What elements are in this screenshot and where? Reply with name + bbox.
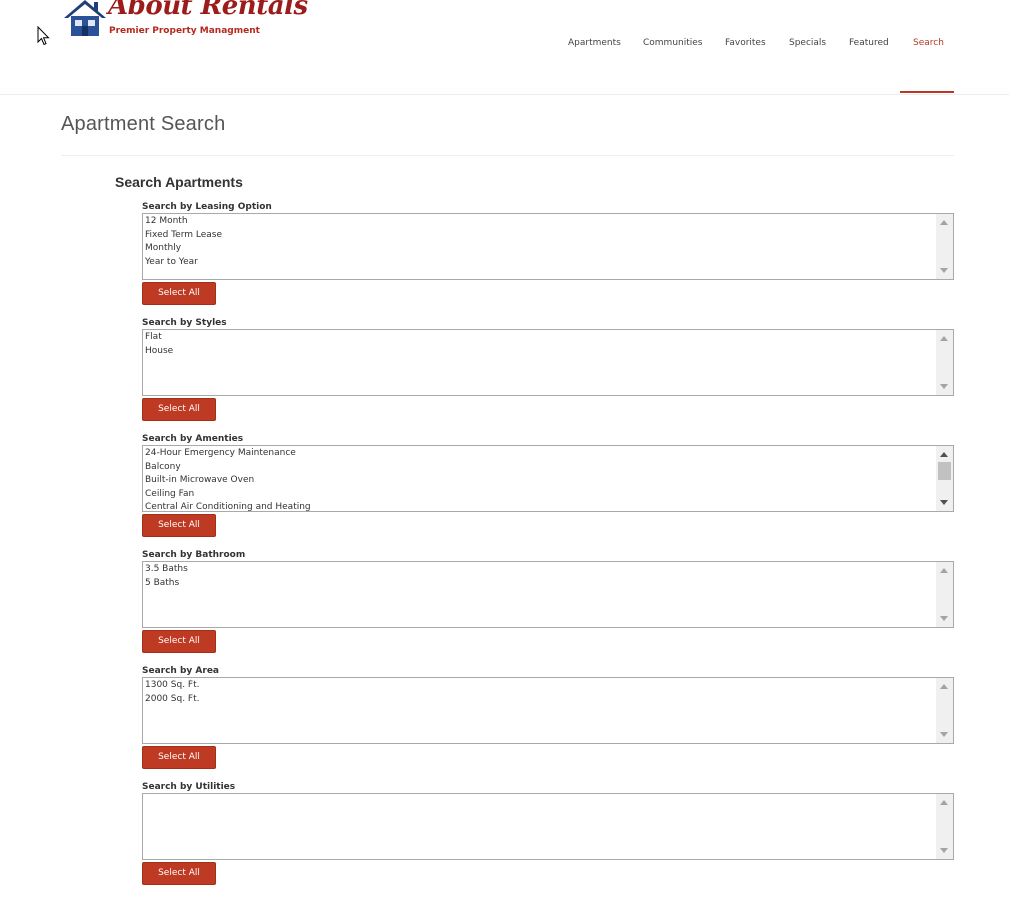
active-nav-indicator xyxy=(900,91,954,93)
nav-item-featured[interactable]: Featured xyxy=(849,38,889,48)
filter-group-amenities: Search by Amenties 24-Hour Emergency Mai… xyxy=(142,434,954,537)
select-all-button[interactable]: Select All xyxy=(142,514,216,537)
nav-item-search[interactable]: Search xyxy=(913,38,944,48)
filter-label: Search by Styles xyxy=(142,318,227,328)
filter-label: Search by Bathroom xyxy=(142,550,246,560)
listbox-scrollbar[interactable] xyxy=(936,678,953,743)
nav-item-communities[interactable]: Communities xyxy=(643,38,703,48)
nav-item-favorites[interactable]: Favorites xyxy=(725,38,766,48)
listbox-scrollbar[interactable] xyxy=(936,214,953,279)
utilities-listbox[interactable] xyxy=(142,793,954,860)
list-option[interactable]: 1300 Sq. Ft. xyxy=(145,679,935,693)
scroll-up-arrow-icon[interactable] xyxy=(940,568,948,573)
scroll-down-arrow-icon[interactable] xyxy=(940,732,948,737)
filter-group-area: Search by Area 1300 Sq. Ft. 2000 Sq. Ft.… xyxy=(142,666,954,769)
leasing-option-listbox[interactable]: 12 Month Fixed Term Lease Monthly Year t… xyxy=(142,213,954,280)
scroll-up-arrow-icon[interactable] xyxy=(940,684,948,689)
site-logo[interactable]: About Rentals Premier Property Managment xyxy=(62,0,308,42)
list-option[interactable]: 2000 Sq. Ft. xyxy=(145,693,935,707)
list-option[interactable]: 3.5 Baths xyxy=(145,563,935,577)
list-option[interactable]: 5 Baths xyxy=(145,577,935,591)
site-header: About Rentals Premier Property Managment… xyxy=(0,0,1009,95)
list-option[interactable]: Year to Year xyxy=(145,256,935,270)
nav-item-specials[interactable]: Specials xyxy=(789,38,826,48)
list-option[interactable]: Built-in Microwave Oven xyxy=(145,474,935,488)
scroll-up-arrow-icon[interactable] xyxy=(940,800,948,805)
list-option[interactable]: Flat xyxy=(145,331,935,345)
filter-label: Search by Amenties xyxy=(142,434,244,444)
list-option[interactable]: Monthly xyxy=(145,242,935,256)
listbox-scrollbar[interactable] xyxy=(936,446,953,511)
listbox-scrollbar[interactable] xyxy=(936,794,953,859)
brand-title: About Rentals xyxy=(108,0,308,21)
scroll-down-arrow-icon[interactable] xyxy=(940,500,948,505)
listbox-scrollbar[interactable] xyxy=(936,562,953,627)
amenities-listbox[interactable]: 24-Hour Emergency Maintenance Balcony Bu… xyxy=(142,445,954,512)
scrollbar-thumb[interactable] xyxy=(938,462,951,480)
scroll-down-arrow-icon[interactable] xyxy=(940,384,948,389)
brand-subtitle: Premier Property Managment xyxy=(109,26,260,36)
area-listbox[interactable]: 1300 Sq. Ft. 2000 Sq. Ft. xyxy=(142,677,954,744)
filter-label: Search by Leasing Option xyxy=(142,202,272,212)
divider xyxy=(61,155,954,156)
nav-item-apartments[interactable]: Apartments xyxy=(568,38,621,48)
select-all-button[interactable]: Select All xyxy=(142,746,216,769)
bathroom-listbox[interactable]: 3.5 Baths 5 Baths xyxy=(142,561,954,628)
list-option[interactable]: 12 Month xyxy=(145,215,935,229)
listbox-scrollbar[interactable] xyxy=(936,330,953,395)
filter-label: Search by Area xyxy=(142,666,219,676)
scroll-up-arrow-icon[interactable] xyxy=(940,220,948,225)
list-option[interactable]: Ceiling Fan xyxy=(145,488,935,502)
filter-group-leasing-option: Search by Leasing Option 12 Month Fixed … xyxy=(142,202,954,305)
select-all-button[interactable]: Select All xyxy=(142,862,216,885)
scroll-up-arrow-icon[interactable] xyxy=(940,452,948,457)
list-option[interactable]: House xyxy=(145,345,935,359)
list-option[interactable]: Central Air Conditioning and Heating xyxy=(145,501,935,511)
select-all-button[interactable]: Select All xyxy=(142,282,216,305)
select-all-button[interactable]: Select All xyxy=(142,630,216,653)
scroll-up-arrow-icon[interactable] xyxy=(940,336,948,341)
filter-group-styles: Search by Styles Flat House Select All xyxy=(142,318,954,421)
filter-group-utilities: Search by Utilities Select All xyxy=(142,782,954,885)
select-all-button[interactable]: Select All xyxy=(142,398,216,421)
section-title: Search Apartments xyxy=(115,174,243,190)
filter-label: Search by Utilities xyxy=(142,782,236,792)
filter-group-bathroom: Search by Bathroom 3.5 Baths 5 Baths Sel… xyxy=(142,550,954,653)
list-option[interactable]: Fixed Term Lease xyxy=(145,229,935,243)
scroll-down-arrow-icon[interactable] xyxy=(940,268,948,273)
page-title: Apartment Search xyxy=(61,113,226,135)
scroll-down-arrow-icon[interactable] xyxy=(940,616,948,621)
styles-listbox[interactable]: Flat House xyxy=(142,329,954,396)
mouse-cursor-icon xyxy=(37,26,50,46)
list-option[interactable]: 24-Hour Emergency Maintenance xyxy=(145,447,935,461)
scroll-down-arrow-icon[interactable] xyxy=(940,848,948,853)
list-option[interactable]: Balcony xyxy=(145,461,935,475)
house-logo-icon xyxy=(64,0,106,36)
